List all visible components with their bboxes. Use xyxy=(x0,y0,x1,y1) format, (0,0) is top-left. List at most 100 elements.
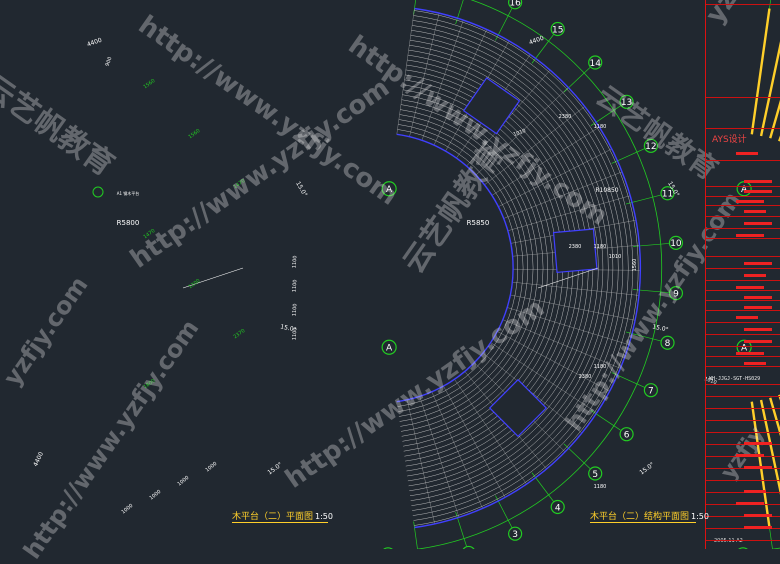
dim-4400-right: 4400 xyxy=(528,35,545,47)
title-block-row xyxy=(706,205,780,206)
title-block-field xyxy=(744,180,772,183)
title-block: AYS设计 WH-JJGJ-SGT-HS029 2005.11 A2 xyxy=(705,0,780,549)
radius-label: R5800 xyxy=(117,219,140,227)
note-bubble xyxy=(93,187,103,197)
right-plan-title: 木平台（二）结构平面图1:50 xyxy=(590,509,709,522)
opening-dim: 1560 xyxy=(187,128,201,140)
dimension-arc xyxy=(418,0,662,549)
title-block-row xyxy=(706,540,780,541)
dim-4400-top: 4400 xyxy=(86,37,103,49)
title-block-logo: AYS设计 xyxy=(712,132,747,145)
title-block-row xyxy=(706,290,780,291)
title-block-row xyxy=(706,432,780,433)
dim-1180: 1180 xyxy=(594,244,607,250)
angle-label: 15.0° xyxy=(294,180,308,198)
title-block-field xyxy=(744,340,772,343)
title-block-field xyxy=(744,306,772,309)
title-block-row xyxy=(706,4,780,5)
title-block-row xyxy=(706,128,780,129)
right-plan-scale: 1:50 xyxy=(691,512,709,521)
title-block-row xyxy=(706,420,780,421)
left-plan-title: 木平台（二）平面图1:50 xyxy=(232,509,333,522)
dim-900: 900 xyxy=(105,56,114,67)
grid-axis-line xyxy=(414,0,419,14)
opening-dim: 1560 xyxy=(142,78,156,90)
axis-bubble-label: 6 xyxy=(624,430,630,440)
angle-label: 15.0° xyxy=(280,323,297,333)
right-title-underline xyxy=(590,522,696,523)
title-block-row xyxy=(706,216,780,217)
title-block-field xyxy=(736,352,764,355)
title-block-row xyxy=(706,346,780,347)
title-block-row xyxy=(706,396,780,397)
dim-bottom: 1000 xyxy=(205,461,219,474)
opening-dim: 2370 xyxy=(232,328,246,340)
title-block-row xyxy=(706,280,780,281)
grid-axis-line xyxy=(564,67,590,92)
title-block-field xyxy=(744,190,772,193)
title-block-row xyxy=(706,492,780,493)
title-block-row xyxy=(706,310,780,311)
axis-bubble-label: 7 xyxy=(648,386,654,396)
deck-joint xyxy=(432,392,483,508)
title-block-field xyxy=(744,296,772,299)
angle-label: 15.0° xyxy=(638,461,655,476)
title-block-field xyxy=(736,316,758,319)
title-block-field xyxy=(744,222,772,225)
title-block-field xyxy=(744,362,766,365)
title-block-field xyxy=(736,152,758,155)
dim-2380: 2380 xyxy=(569,244,582,250)
axis-bubble-label: 14 xyxy=(589,59,601,69)
title-block-field xyxy=(736,234,764,237)
drawing-date: 2005.11 A2 xyxy=(714,538,743,544)
title-block-field xyxy=(744,526,772,529)
title-block-row xyxy=(706,97,780,98)
title-block-field xyxy=(744,442,772,445)
dim-1010: 1010 xyxy=(513,128,527,138)
title-block-field xyxy=(736,200,764,203)
dim-bottom: 1000 xyxy=(177,475,191,488)
title-block-row xyxy=(706,480,780,481)
title-block-field xyxy=(744,328,772,331)
title-block-row xyxy=(706,408,780,409)
dim-right: 1100 xyxy=(291,303,298,316)
title-block-row xyxy=(706,366,780,367)
grid-axis-line xyxy=(633,243,669,246)
axis-bubble-label: 4 xyxy=(555,503,561,513)
dim-right: 1100 xyxy=(291,255,298,268)
dim-1010: 1010 xyxy=(609,254,622,260)
grid-axis-line xyxy=(564,444,590,469)
title-block-row xyxy=(706,186,780,187)
title-block-row xyxy=(706,322,780,323)
axis-bubble-label: 5 xyxy=(592,470,598,480)
title-block-row xyxy=(706,384,780,385)
title-block-row xyxy=(706,256,780,257)
title-block-row xyxy=(706,160,780,161)
dim-2380: 2380 xyxy=(559,114,572,120)
dim-right: 1100 xyxy=(291,279,298,292)
dim-1180: 1180 xyxy=(594,124,607,130)
title-block-row xyxy=(706,300,780,301)
dim-1180: 1180 xyxy=(594,484,607,490)
axis-bubble-label: 15 xyxy=(552,25,563,35)
planter-opening xyxy=(554,229,597,272)
axis-bubble-label: A xyxy=(386,344,393,354)
radius-outer-label: R10850 xyxy=(595,187,618,194)
title-block-row xyxy=(706,334,780,335)
title-block-row xyxy=(706,356,780,357)
grid-axis-line xyxy=(532,473,554,502)
title-block-field xyxy=(744,262,772,265)
dim-1560: 1560 xyxy=(632,259,638,272)
dim-4400-bottom: 4400 xyxy=(32,451,45,468)
axis-bubble-label: 8 xyxy=(665,339,671,349)
title-block-field xyxy=(744,274,766,277)
title-block-row xyxy=(706,196,780,197)
deck-joint xyxy=(407,400,434,524)
title-block-row xyxy=(706,238,780,239)
drawing-code: WH-JJGJ-SGT-HS029 xyxy=(709,376,760,382)
opening-dim: 1200 xyxy=(187,278,201,290)
radius-inner-label: R5850 xyxy=(467,219,490,227)
left-plan-scale: 1:50 xyxy=(315,512,333,521)
grid-axis-line xyxy=(612,149,645,164)
left-plan-title-text: 木平台（二）平面图 xyxy=(232,512,313,522)
